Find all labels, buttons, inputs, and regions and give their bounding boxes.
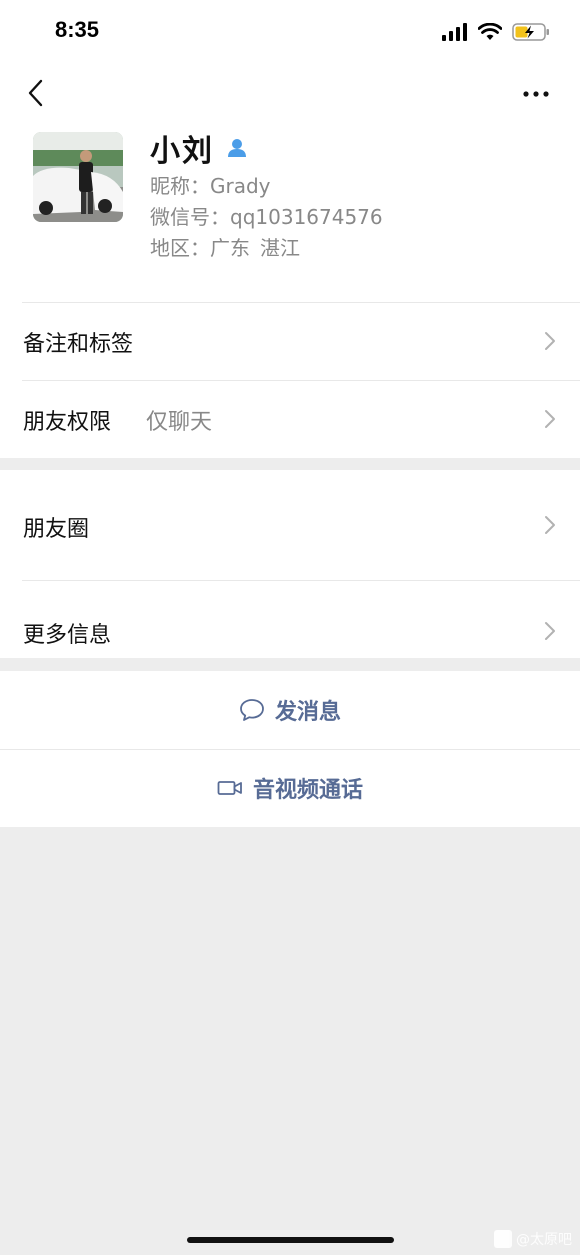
moments-label: 朋友圈 [23, 517, 90, 542]
profile-header: 小刘 昵称：Grady 微信号：qq1031674576 地区：广东 湛江 [0, 124, 580, 302]
wifi-icon [478, 23, 502, 40]
region-city: 湛江 [260, 236, 300, 260]
send-message-button[interactable]: 发消息 [0, 671, 580, 749]
video-camera-icon [217, 781, 242, 795]
actions-section: 发消息 音视频通话 [0, 671, 580, 827]
male-user-icon [228, 139, 246, 157]
info-section: 朋友圈 更多信息 [0, 470, 580, 658]
friend-permissions-value: 仅聊天 [146, 410, 213, 435]
signal-icon [442, 23, 467, 41]
back-button[interactable] [22, 78, 52, 108]
region-label: 地区：广东 [150, 236, 250, 260]
profile-name-row: 小刘 [150, 126, 248, 170]
status-time: 8:35 [55, 17, 100, 42]
contact-profile-screen: 8:35 小刘 昵称：Grady 微信号：qq1031674576 地区：广东 … [0, 0, 580, 1255]
friend-permissions-row[interactable]: 朋友权限 仅聊天 [0, 380, 580, 458]
divider [22, 580, 580, 581]
status-icons [442, 20, 550, 44]
chevron-left-icon [28, 79, 43, 107]
watermark: @太原吧 [494, 1229, 572, 1249]
more-button[interactable] [522, 84, 552, 104]
home-indicator[interactable] [187, 1237, 394, 1243]
more-info-label: 更多信息 [23, 623, 112, 648]
divider [22, 302, 580, 303]
settings-section: 备注和标签 朋友权限 仅聊天 [0, 302, 580, 458]
friend-permissions-label: 朋友权限 [23, 410, 112, 435]
divider [0, 749, 580, 750]
avatar[interactable] [33, 132, 123, 222]
av-call-label: 音视频通话 [252, 778, 363, 803]
send-message-label: 发消息 [274, 700, 341, 725]
av-call-button[interactable]: 音视频通话 [0, 749, 580, 827]
watermark-text: @太原吧 [516, 1232, 572, 1248]
chevron-right-icon [545, 332, 555, 350]
more-info-row[interactable]: 更多信息 [0, 580, 580, 658]
ellipsis-icon [523, 91, 549, 97]
remarks-tags-row[interactable]: 备注和标签 [0, 302, 580, 380]
battery-charging-icon [512, 23, 549, 41]
divider [22, 380, 580, 381]
status-bar: 8:35 [0, 0, 580, 64]
moments-row[interactable]: 朋友圈 [0, 470, 580, 580]
profile-name: 小刘 [150, 134, 214, 169]
chevron-right-icon [545, 410, 555, 428]
avatar-photo [33, 132, 123, 222]
region: 地区：广东 湛江 [150, 232, 300, 261]
watermark-logo [494, 1230, 512, 1248]
nickname: 昵称：Grady [150, 174, 271, 198]
chevron-right-icon [545, 622, 555, 640]
nav-bar [0, 64, 580, 124]
remarks-tags-label: 备注和标签 [23, 332, 134, 357]
wechat-id: 微信号：qq1031674576 [150, 205, 383, 229]
chevron-right-icon [545, 516, 555, 534]
chat-bubble-icon [240, 699, 264, 721]
